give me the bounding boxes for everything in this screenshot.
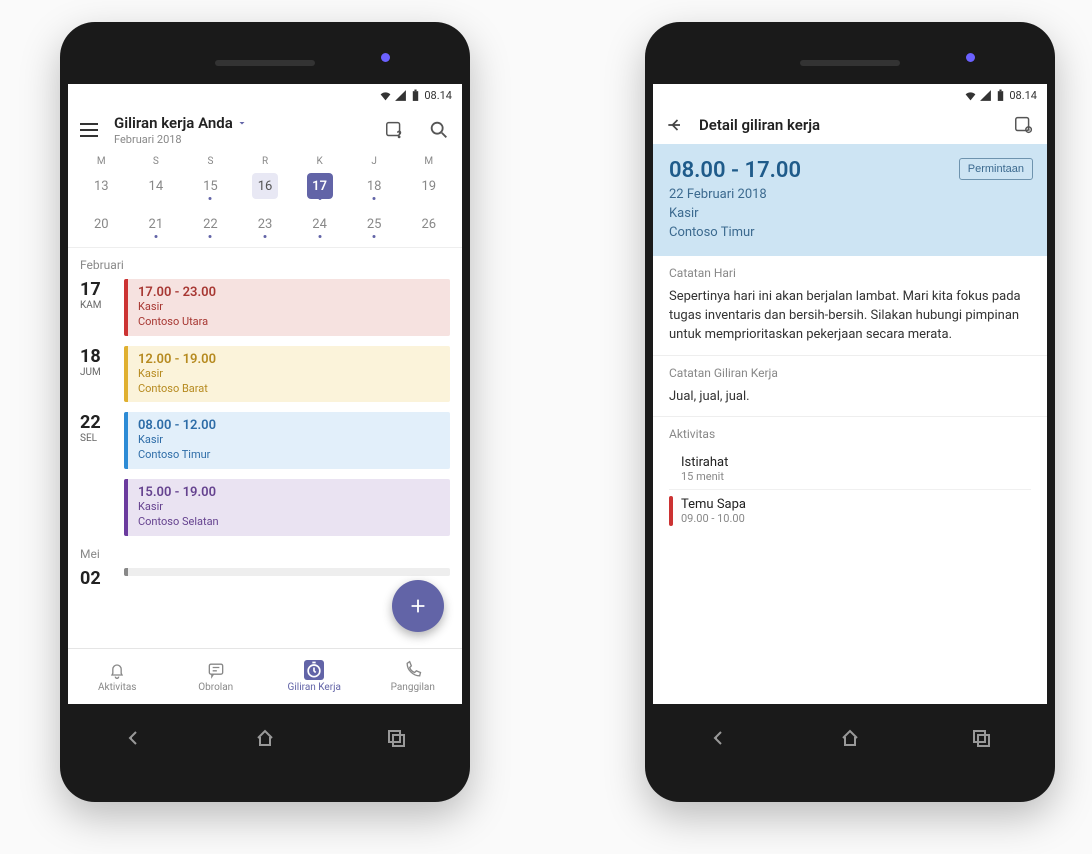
calendar-day[interactable]: 21 [129, 209, 184, 239]
tab-shifts[interactable]: Giliran Kerja [265, 649, 364, 704]
phone-speaker [215, 60, 315, 66]
signal-icon [979, 89, 992, 102]
calendar-day[interactable]: 26 [401, 209, 456, 239]
phone-right: 08.14 Detail giliran kerja 08.00 - 17.00… [645, 22, 1055, 802]
clock-icon [304, 660, 324, 680]
wifi-icon [379, 89, 392, 102]
chat-icon [206, 660, 226, 680]
shift-card[interactable]: 08.00 - 12.00KasirContoso Timur [124, 412, 450, 469]
shift-row[interactable]: 15.00 - 19.00KasirContoso Selatan [68, 474, 462, 541]
calendar-day[interactable]: 14 [129, 171, 184, 201]
shift-row[interactable]: 17KAM17.00 - 23.00KasirContoso Utara [68, 274, 462, 341]
calendar-row-2: 20212223242526 [68, 205, 462, 243]
calendar-row-1: 13141516171819 [68, 167, 462, 205]
battery-icon [409, 89, 422, 102]
calendar-day[interactable]: 23 [238, 209, 293, 239]
wifi-icon [964, 89, 977, 102]
header-subtitle: Februari 2018 [114, 133, 362, 146]
clock-share-icon[interactable] [1013, 114, 1035, 136]
activities-section: Aktivitas Istirahat15 menitTemu Sapa09.0… [653, 417, 1047, 542]
weekday-header: MSSRKJM [68, 154, 462, 167]
shift-notes-title: Catatan Giliran Kerja [669, 366, 1031, 380]
shift-notes-body: Jual, jual, jual. [669, 388, 1031, 407]
shift-notes-section: Catatan Giliran Kerja Jual, jual, jual. [653, 356, 1047, 417]
android-nav [653, 726, 1047, 750]
calendar-day[interactable]: 20 [74, 209, 129, 239]
home-nav-icon[interactable] [253, 726, 277, 750]
status-bar: 08.14 [68, 84, 462, 106]
phone-speaker [800, 60, 900, 66]
calendar-day[interactable]: 15 [183, 171, 238, 201]
menu-button[interactable] [80, 119, 102, 141]
shift-hero: 08.00 - 17.00 Permintaan 22 Februari 201… [653, 144, 1047, 256]
phone-camera-dot [966, 53, 975, 62]
bell-icon [107, 660, 127, 680]
screen-left: 08.14 Giliran kerja Anda Februari 2018 M… [68, 84, 462, 704]
month-label: Februari [68, 252, 462, 274]
signal-icon [394, 89, 407, 102]
add-shift-fab[interactable] [392, 580, 444, 632]
status-time: 08.14 [424, 89, 452, 102]
calendar-day[interactable]: 16 [238, 171, 293, 201]
chevron-down-icon [236, 117, 248, 129]
hero-role: Kasir [669, 206, 1031, 221]
phone-left: 08.14 Giliran kerja Anda Februari 2018 M… [60, 22, 470, 802]
shift-row[interactable]: 22SEL08.00 - 12.00KasirContoso Timur [68, 407, 462, 474]
status-bar: 08.14 [653, 84, 1047, 106]
shift-card[interactable]: 15.00 - 19.00KasirContoso Selatan [124, 479, 450, 536]
month-label-2: Mei [68, 541, 462, 563]
recent-nav-icon[interactable] [384, 726, 408, 750]
home-nav-icon[interactable] [838, 726, 862, 750]
screen-right: 08.14 Detail giliran kerja 08.00 - 17.00… [653, 84, 1047, 704]
tab-calls[interactable]: Panggilan [364, 649, 463, 704]
request-button[interactable]: Permintaan [959, 158, 1033, 180]
shift-row[interactable]: 18JUM12.00 - 19.00KasirContoso Barat [68, 341, 462, 408]
calendar-day[interactable]: 22 [183, 209, 238, 239]
shifts-list: 17KAM17.00 - 23.00KasirContoso Utara18JU… [68, 274, 462, 541]
activity-row[interactable]: Temu Sapa09.00 - 10.00 [669, 489, 1031, 532]
tab-chat[interactable]: Obrolan [167, 649, 266, 704]
search-icon[interactable] [428, 119, 450, 141]
phone-camera-dot [381, 53, 390, 62]
hero-location: Contoso Timur [669, 225, 1031, 240]
calendar-day[interactable]: 18 [347, 171, 402, 201]
clock-help-icon[interactable] [384, 119, 406, 141]
calendar-day[interactable]: 25 [347, 209, 402, 239]
activity-row[interactable]: Istirahat15 menit [669, 449, 1031, 489]
day-notes-body: Sepertinya hari ini akan berjalan lambat… [669, 288, 1031, 345]
shift-card[interactable]: 12.00 - 19.00KasirContoso Barat [124, 346, 450, 403]
tab-activity[interactable]: Aktivitas [68, 649, 167, 704]
back-nav-icon[interactable] [707, 726, 731, 750]
shift-card[interactable]: 17.00 - 23.00KasirContoso Utara [124, 279, 450, 336]
detail-title: Detail giliran kerja [699, 116, 991, 134]
calendar-day[interactable]: 24 [292, 209, 347, 239]
bottom-tab-bar: Aktivitas Obrolan Giliran Kerja Panggila… [68, 648, 462, 704]
calendar-day[interactable]: 17 [292, 171, 347, 201]
back-button[interactable] [665, 114, 687, 136]
hero-date: 22 Februari 2018 [669, 187, 1031, 202]
activities-title: Aktivitas [669, 427, 1031, 441]
app-header: Giliran kerja Anda Februari 2018 [68, 106, 462, 154]
calendar-day[interactable]: 13 [74, 171, 129, 201]
header-title[interactable]: Giliran kerja Anda [114, 114, 362, 132]
calendar-day[interactable]: 19 [401, 171, 456, 201]
phone-icon [403, 660, 423, 680]
android-nav [68, 726, 462, 750]
back-nav-icon[interactable] [122, 726, 146, 750]
recent-nav-icon[interactable] [969, 726, 993, 750]
day-notes-title: Catatan Hari [669, 266, 1031, 280]
day-notes-section: Catatan Hari Sepertinya hari ini akan be… [653, 256, 1047, 355]
status-time: 08.14 [1009, 89, 1037, 102]
detail-header: Detail giliran kerja [653, 106, 1047, 144]
battery-icon [994, 89, 1007, 102]
